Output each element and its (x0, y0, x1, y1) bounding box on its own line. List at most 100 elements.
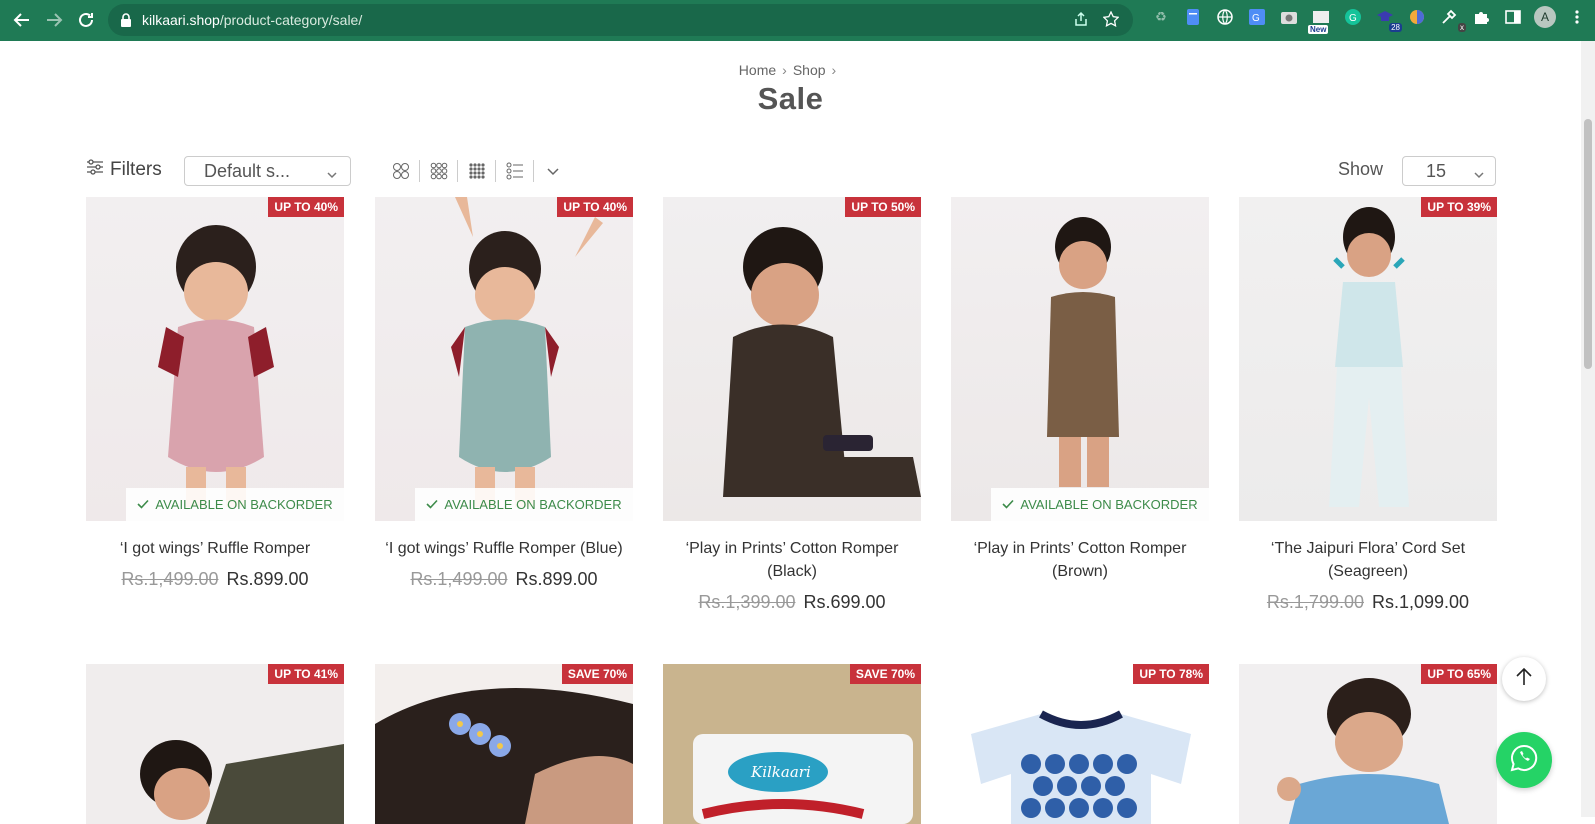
sale-badge: UP TO 40% (268, 197, 344, 217)
shop-toolbar: Filters Default s... Show 15 (86, 156, 1496, 186)
product-price: Rs.1,799.00 Rs.1,099.00 (1239, 592, 1497, 613)
svg-text:G: G (1349, 13, 1357, 24)
chevron-down-icon (1473, 165, 1485, 186)
product-card[interactable]: UP TO 39% ‘The Jaipuri Flora’ Cord Set (… (1239, 197, 1497, 613)
extensions-puzzle-icon[interactable] (1470, 6, 1492, 28)
product-name[interactable]: ‘Play in Prints’ Cotton Romper (Brown) (951, 537, 1209, 583)
lock-icon (120, 13, 132, 27)
reload-icon[interactable] (70, 4, 102, 36)
product-price: Rs.1,499.00 Rs.899.00 (86, 569, 344, 590)
arrow-up-icon (1515, 667, 1533, 692)
url-host: kilkaari.shop (142, 12, 220, 28)
backorder-label: AVAILABLE ON BACKORDER (126, 488, 344, 521)
grid-3-icon[interactable] (420, 160, 458, 182)
address-bar[interactable]: kilkaari.shop/product-category/sale/ (108, 4, 1133, 36)
product-card[interactable]: UP TO 41% (86, 664, 344, 824)
extension-new-icon[interactable]: New (1308, 6, 1332, 34)
extension-recycle-icon[interactable]: ♻ (1150, 6, 1172, 28)
show-label: Show (1338, 159, 1384, 179)
product-image[interactable]: AVAILABLE ON BACKORDER (951, 197, 1209, 521)
backorder-label: AVAILABLE ON BACKORDER (991, 488, 1209, 521)
extension-translate-icon[interactable]: G (1246, 6, 1268, 28)
side-panel-icon[interactable] (1502, 6, 1524, 28)
sort-dropdown[interactable]: Default s... (184, 156, 351, 186)
page-content: Home › Shop › Sale Filters Default s... Sho… (0, 41, 1595, 824)
forward-arrow-icon[interactable] (38, 4, 70, 36)
sliders-icon (86, 158, 104, 182)
view-mode-switcher (382, 160, 572, 182)
extension-colorwheel-icon[interactable] (1406, 6, 1428, 28)
chevron-down-icon (326, 165, 338, 186)
kilkaari-logo: Kilkaari (750, 763, 811, 781)
product-name[interactable]: ‘I got wings’ Ruffle Romper (86, 537, 344, 560)
breadcrumb-home[interactable]: Home (739, 62, 776, 78)
sale-badge: SAVE 70% (561, 664, 633, 684)
product-image[interactable]: UP TO 39% (1239, 197, 1497, 521)
product-name[interactable]: ‘The Jaipuri Flora’ Cord Set (Seagreen) (1239, 537, 1497, 583)
product-card[interactable]: UP TO 78% (951, 664, 1209, 824)
grid-2-icon[interactable] (382, 160, 420, 182)
sale-badge: UP TO 39% (1421, 197, 1497, 217)
product-card[interactable]: AVAILABLE ON BACKORDER ‘Play in Prints’ … (951, 197, 1209, 583)
product-card[interactable]: Kilkaari SAVE 70% (663, 664, 921, 824)
product-image[interactable]: Kilkaari SAVE 70% (663, 664, 921, 824)
page-scrollbar[interactable] (1581, 41, 1595, 817)
product-card[interactable]: UP TO 50% ‘Play in Prints’ Cotton Romper… (663, 197, 921, 613)
grid-4-icon[interactable] (458, 160, 496, 182)
old-price: Rs.1,799.00 (1266, 592, 1364, 612)
product-image[interactable]: UP TO 40% AVAILABLE ON BACKORDER (86, 197, 344, 521)
extension-docs-icon[interactable] (1182, 6, 1204, 28)
extension-grammarly-icon[interactable]: G (1342, 6, 1364, 28)
chevron-down-icon[interactable] (534, 160, 572, 182)
scrollbar-thumb[interactable] (1584, 119, 1592, 369)
check-icon (1002, 497, 1014, 512)
product-image[interactable]: UP TO 78% (951, 664, 1209, 824)
backorder-label: AVAILABLE ON BACKORDER (415, 488, 633, 521)
sale-badge: UP TO 41% (268, 664, 344, 684)
product-name[interactable]: ‘Play in Prints’ Cotton Romper (Black) (663, 537, 921, 583)
per-page-dropdown[interactable]: 15 (1402, 156, 1496, 186)
sale-badge: UP TO 40% (557, 197, 633, 217)
product-price: Rs.1,399.00 Rs.699.00 (663, 592, 921, 613)
kebab-menu-icon[interactable] (1566, 6, 1588, 28)
extension-camera-icon[interactable] (1278, 6, 1300, 28)
breadcrumb-shop[interactable]: Shop (793, 62, 826, 78)
scroll-to-top-button[interactable] (1502, 657, 1546, 701)
product-card[interactable]: SAVE 70% (375, 664, 633, 824)
extension-tools-icon[interactable]: x (1438, 6, 1466, 32)
sale-price: Rs.699.00 (803, 592, 886, 612)
product-image[interactable]: UP TO 50% (663, 197, 921, 521)
old-price: Rs.1,499.00 (410, 569, 508, 589)
extension-globe-icon[interactable] (1214, 6, 1236, 28)
product-image[interactable]: UP TO 40% AVAILABLE ON BACKORDER (375, 197, 633, 521)
profile-avatar[interactable]: A (1534, 6, 1556, 28)
bookmark-star-icon[interactable] (1102, 10, 1120, 30)
sale-price: Rs.899.00 (226, 569, 309, 589)
whatsapp-chat-button[interactable] (1496, 732, 1552, 788)
product-card[interactable]: UP TO 40% AVAILABLE ON BACKORDER ‘I got … (86, 197, 344, 590)
product-image[interactable]: UP TO 65% (1239, 664, 1497, 824)
sale-badge: UP TO 50% (845, 197, 921, 217)
check-icon (137, 497, 149, 512)
filters-button[interactable]: Filters (86, 158, 162, 182)
share-icon[interactable] (1073, 11, 1089, 30)
page-title: Sale (757, 81, 824, 116)
back-arrow-icon[interactable] (6, 4, 38, 36)
product-image[interactable]: SAVE 70% (375, 664, 633, 824)
breadcrumb: Home › Shop › (0, 62, 1581, 78)
chevron-right-icon: › (782, 62, 787, 78)
sale-price: Rs.1,099.00 (1372, 592, 1470, 612)
list-view-icon[interactable] (496, 160, 534, 182)
whatsapp-icon (1509, 743, 1539, 778)
old-price: Rs.1,399.00 (698, 592, 796, 612)
old-price: Rs.1,499.00 (121, 569, 219, 589)
url-path: /product-category/sale/ (219, 12, 363, 28)
product-card[interactable]: UP TO 65% (1239, 664, 1497, 824)
sale-badge: UP TO 78% (1133, 664, 1209, 684)
extension-graduation-icon[interactable]: 28 (1374, 6, 1402, 32)
product-card[interactable]: UP TO 40% AVAILABLE ON BACKORDER ‘I got … (375, 197, 633, 590)
sale-badge: UP TO 65% (1421, 664, 1497, 684)
product-name[interactable]: ‘I got wings’ Ruffle Romper (Blue) (375, 537, 633, 560)
product-image[interactable]: UP TO 41% (86, 664, 344, 824)
svg-text:G: G (1252, 13, 1260, 24)
